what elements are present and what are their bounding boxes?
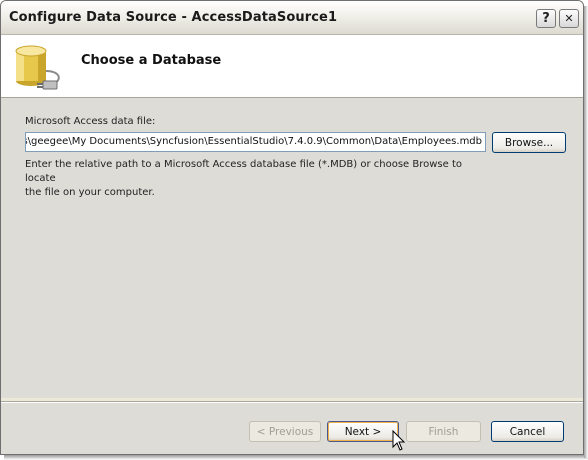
file-label: Microsoft Access data file: <box>25 116 156 127</box>
next-button[interactable]: Next > <box>327 421 399 442</box>
file-path-value: ings\geegee\My Documents\Syncfusion\Esse… <box>25 136 482 147</box>
instruction-line-2: the file on your computer. <box>25 187 155 198</box>
window-shadow-bottom <box>4 455 588 460</box>
previous-button[interactable]: < Previous <box>249 421 321 442</box>
window-title: Configure Data Source - AccessDataSource… <box>9 10 338 25</box>
close-icon: ✕ <box>564 12 574 25</box>
instruction-text: Enter the relative path to a Microsoft A… <box>25 158 495 200</box>
database-plug-icon <box>15 45 60 90</box>
mouse-cursor-icon <box>392 430 406 451</box>
configure-data-source-dialog: Configure Data Source - AccessDataSource… <box>0 0 584 455</box>
close-button[interactable]: ✕ <box>559 9 579 28</box>
file-path-input[interactable]: ings\geegee\My Documents\Syncfusion\Esse… <box>25 132 486 152</box>
question-icon: ? <box>542 11 550 26</box>
page-title: Choose a Database <box>81 53 222 68</box>
instruction-line-1: Enter the relative path to a Microsoft A… <box>25 159 462 184</box>
title-bar[interactable]: Configure Data Source - AccessDataSource… <box>1 1 583 35</box>
finish-button[interactable]: Finish <box>406 421 481 442</box>
wizard-header: Choose a Database <box>1 35 583 98</box>
browse-button[interactable]: Browse... <box>492 132 566 153</box>
help-button[interactable]: ? <box>536 9 556 28</box>
cancel-button[interactable]: Cancel <box>491 421 564 442</box>
window-shadow-right <box>584 6 588 458</box>
